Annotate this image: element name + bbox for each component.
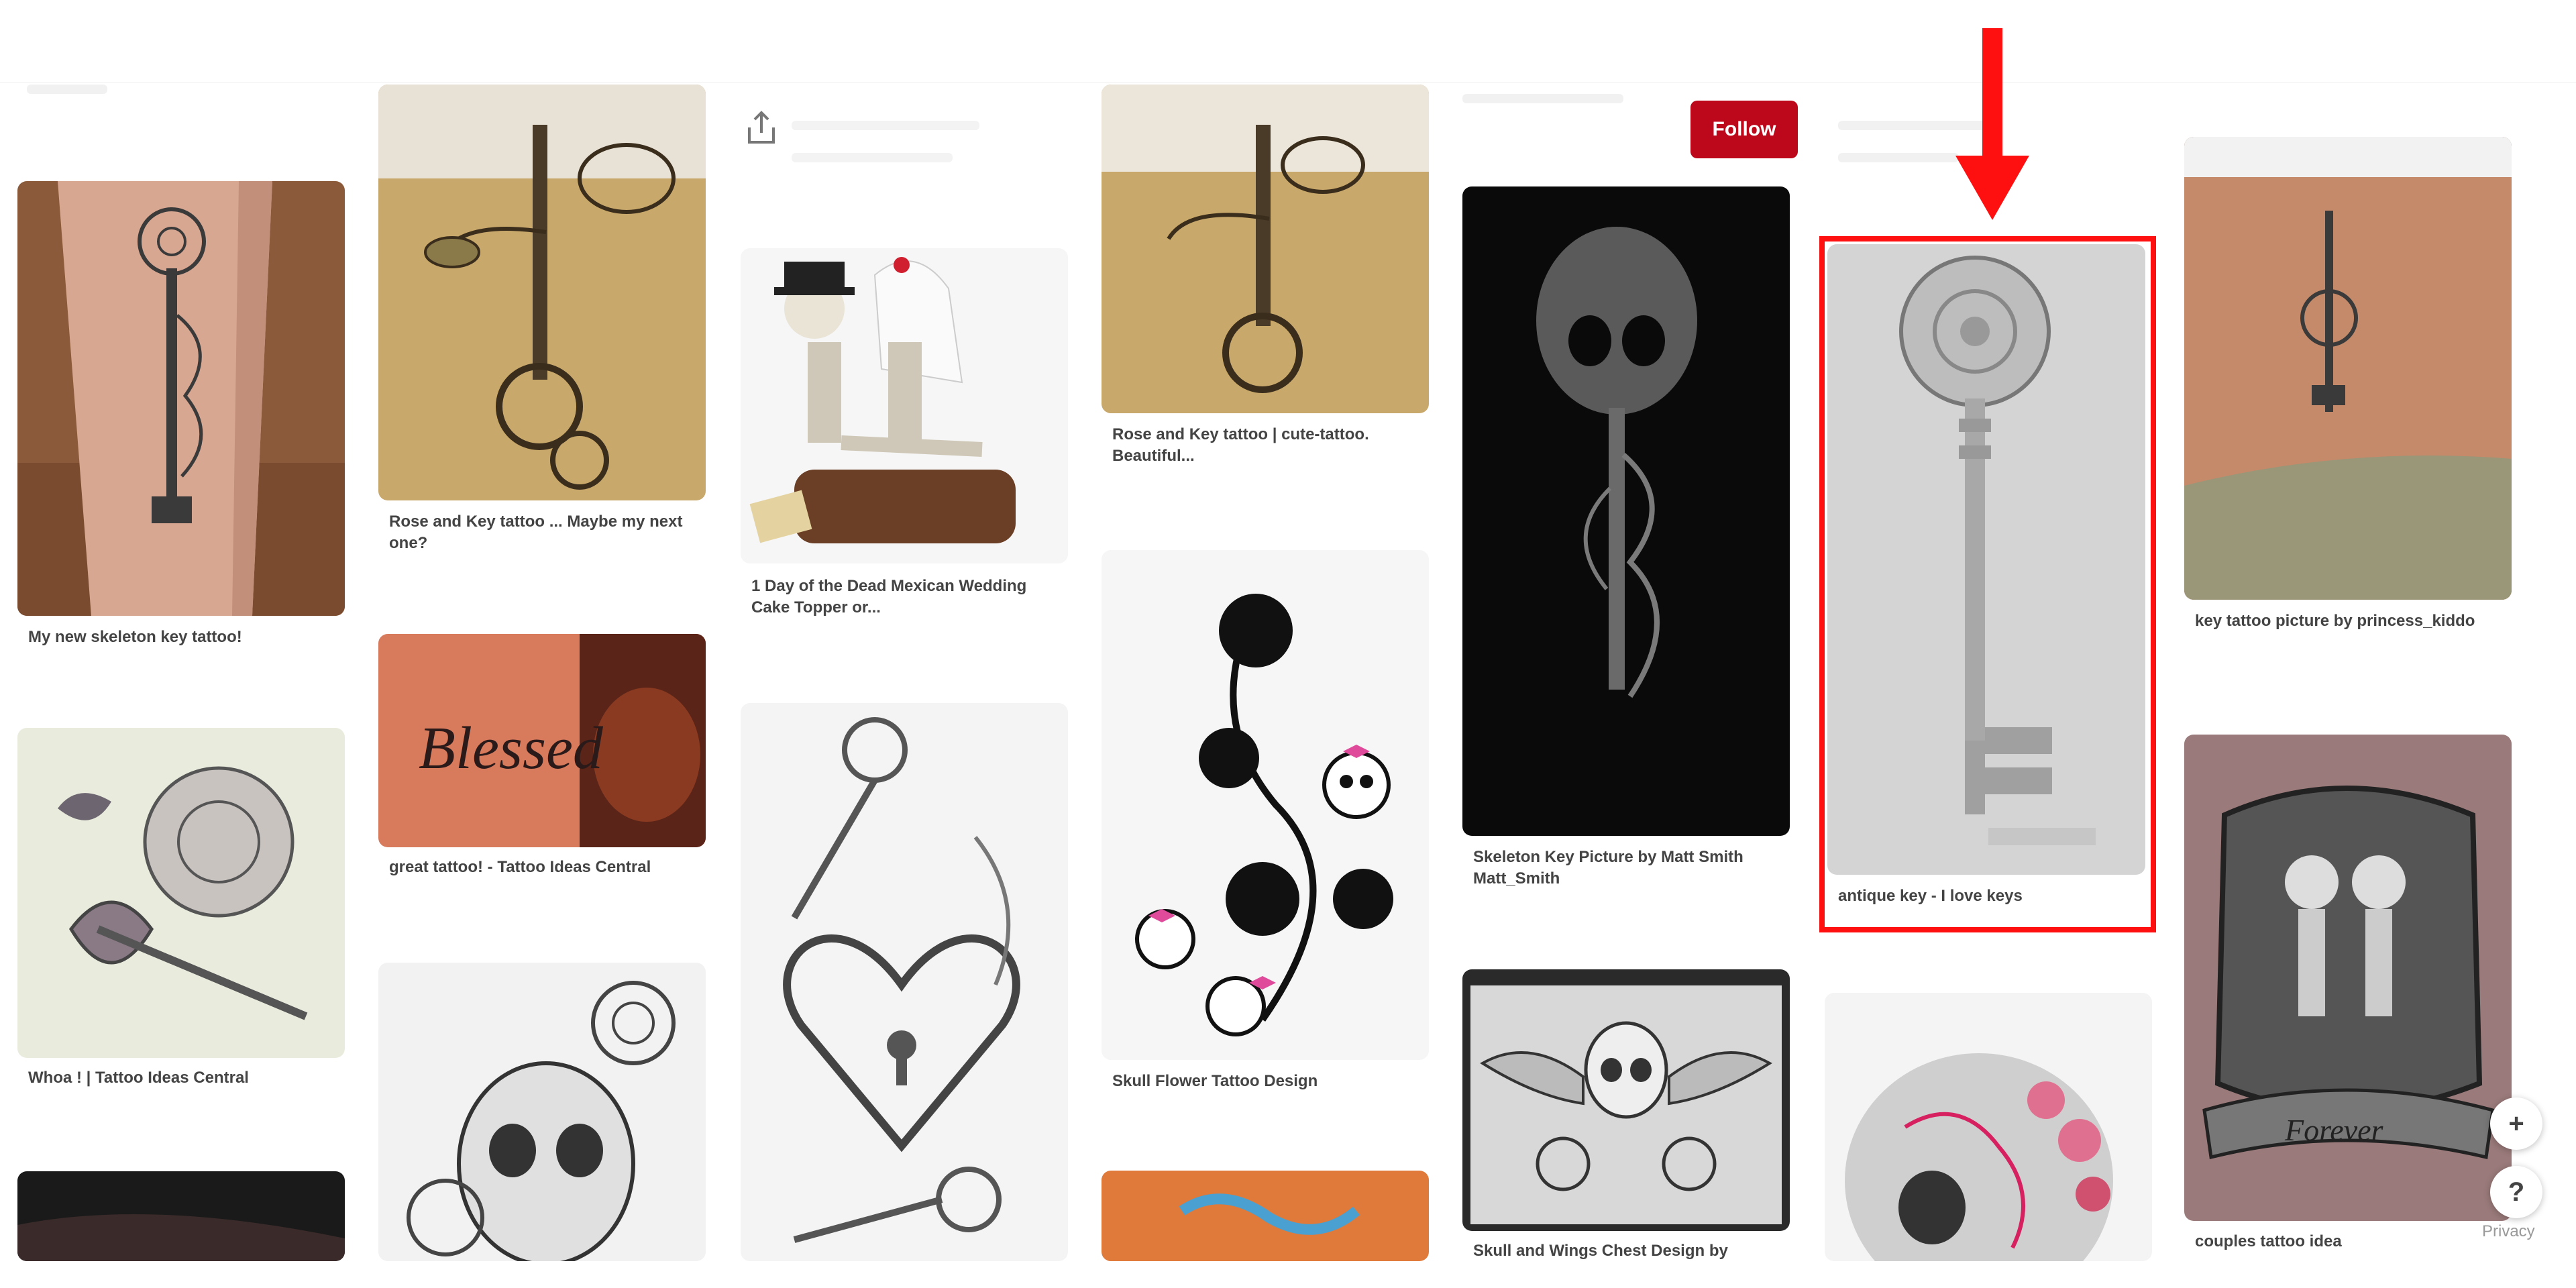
pin-card[interactable] — [1825, 993, 2153, 1261]
pin-card[interactable]: antique key - I love keys — [1827, 244, 2148, 922]
pin-card[interactable]: key tattoo picture by princess_kiddo — [2184, 137, 2513, 674]
forever-skeletons-tattoo[interactable]: Forever — [2184, 735, 2512, 1221]
down-arrow-icon — [1955, 28, 2029, 220]
board-meta-placeholder — [792, 153, 953, 162]
pin-card[interactable] — [17, 1171, 346, 1261]
skull-wings-sketchbook[interactable] — [1462, 969, 1790, 1231]
rose-heart-key-sketch[interactable] — [17, 728, 345, 1058]
svg-text:Blessed: Blessed — [419, 715, 604, 782]
share-icon — [748, 111, 775, 144]
hand-tattoo-partial[interactable] — [1102, 1171, 1429, 1261]
rose-key-drawing[interactable] — [378, 85, 706, 500]
key-back-tattoo[interactable] — [2184, 137, 2512, 600]
pin-description: couples tattoo idea — [2195, 1232, 2342, 1250]
pin-description: Rose and Key tattoo ... Maybe my next on… — [389, 513, 683, 552]
pin-card[interactable]: Rose and Key tattoo | cute-tattoo. Beaut… — [1102, 85, 1430, 487]
help-button[interactable]: ? — [2490, 1166, 2542, 1218]
pin-card[interactable] — [1102, 1171, 1430, 1261]
pin-description: Rose and Key tattoo | cute-tattoo. Beaut… — [1112, 425, 1369, 465]
pin-description: antique key - I love keys — [1838, 887, 2023, 905]
pin-card[interactable]: My new skeleton key tattoo! — [17, 181, 346, 646]
add-button[interactable]: + — [2490, 1097, 2542, 1150]
pin-description: great tattoo! - Tattoo Ideas Central — [389, 858, 651, 876]
pin-description: Skull and Wings Chest Design by — [1473, 1242, 1728, 1260]
dark-tattoo-partial[interactable] — [17, 1171, 345, 1261]
share-button[interactable] — [741, 107, 782, 148]
pin-description: Skull Flower Tattoo Design — [1112, 1072, 1318, 1090]
skull-roses-sketch[interactable] — [378, 963, 706, 1261]
rose-key-drawing-2[interactable] — [1102, 85, 1429, 413]
pin-description: 1 Day of the Dead Mexican Wedding Cake T… — [751, 577, 1027, 616]
pin-card[interactable]: Skull Flower Tattoo Design — [1102, 550, 1430, 1100]
pin-description: Whoa ! | Tattoo Ideas Central — [28, 1069, 249, 1087]
skull-flower-design[interactable] — [1102, 550, 1429, 1060]
pin-description: Skeleton Key Picture by Matt Smith Matt_… — [1473, 848, 1743, 888]
pin-card[interactable]: Rose and Key tattoo ... Maybe my next on… — [378, 85, 707, 568]
heart-lock-keys-drawing[interactable] — [741, 703, 1068, 1261]
skeleton-key-skull-dark[interactable] — [1462, 186, 1790, 836]
privacy-link[interactable]: Privacy — [2482, 1222, 2535, 1241]
pin-card[interactable]: Forever couples tattoo idea — [2184, 735, 2513, 1261]
blessed-wrist-tattoo[interactable]: Blessed — [378, 634, 706, 847]
pin-card[interactable]: 1 Day of the Dead Mexican Wedding Cake T… — [741, 248, 1069, 637]
pin-description: My new skeleton key tattoo! — [28, 628, 242, 646]
pin-card[interactable]: Skull and Wings Chest Design by — [1462, 969, 1791, 1261]
faded-text — [1462, 94, 1623, 103]
pin-card[interactable]: Whoa ! | Tattoo Ideas Central — [17, 728, 346, 1087]
skeleton-couple-figurine[interactable] — [741, 248, 1068, 564]
pin-card[interactable]: Blessed great tattoo! - Tattoo Ideas Cen… — [378, 634, 707, 889]
svg-text:Forever: Forever — [2284, 1113, 2384, 1147]
faded-text — [27, 85, 107, 94]
skeleton-key-leg-tattoo[interactable] — [17, 181, 345, 616]
sugar-skull-art[interactable] — [1825, 993, 2152, 1261]
pin-card[interactable] — [741, 703, 1069, 1261]
pin-description: key tattoo picture by princess_kiddo — [2195, 612, 2475, 630]
board-owner-placeholder — [792, 121, 979, 130]
follow-button[interactable]: Follow — [1690, 101, 1798, 158]
top-bar — [0, 0, 2576, 83]
faded-text — [1838, 153, 1959, 162]
pin-card[interactable] — [378, 963, 707, 1261]
pin-card[interactable]: Skeleton Key Picture by Matt Smith Matt_… — [1462, 186, 1791, 904]
antique-key-photo[interactable] — [1827, 244, 2145, 875]
